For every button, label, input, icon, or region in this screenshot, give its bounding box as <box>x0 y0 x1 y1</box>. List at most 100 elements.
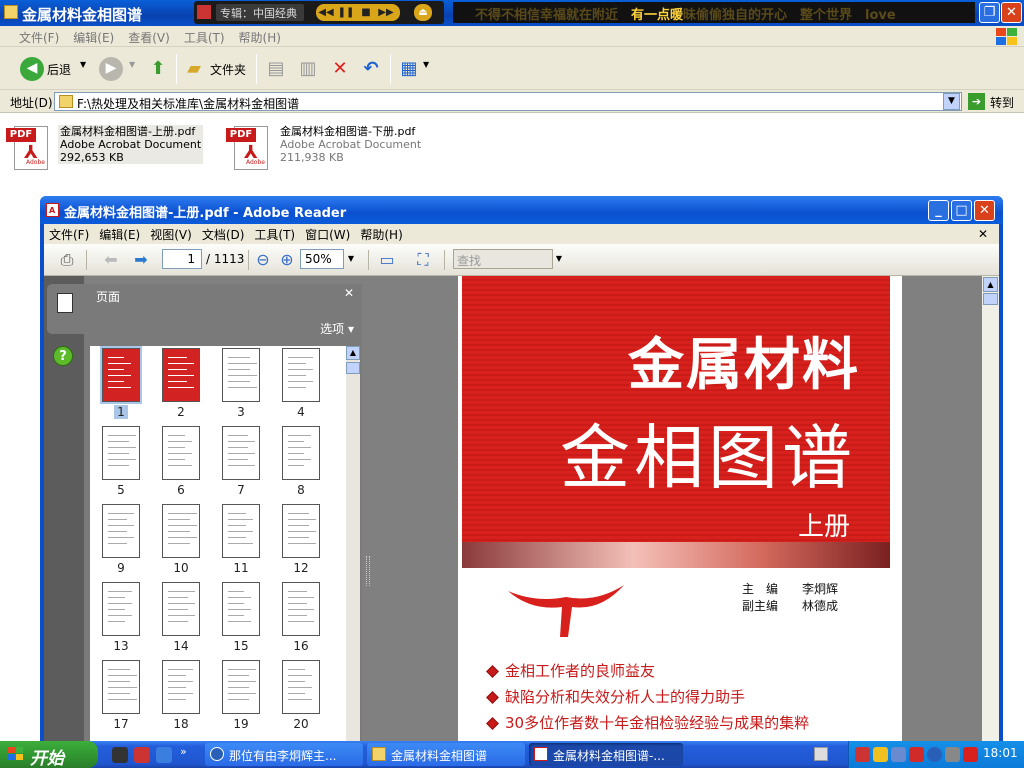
task-button[interactable]: 金属材料金相图谱 <box>367 743 525 766</box>
document-scrollbar[interactable]: ▲ <box>982 276 999 741</box>
panel-splitter[interactable] <box>366 556 370 586</box>
folders-icon[interactable]: ▰ <box>182 57 206 81</box>
previous-page-icon[interactable]: ⬅ <box>100 249 122 271</box>
task-button-active[interactable]: 金属材料金相图谱-... <box>529 743 683 766</box>
delete-icon[interactable]: ✕ <box>328 57 352 81</box>
media-app-icon[interactable] <box>197 5 211 19</box>
page-thumbnail[interactable] <box>100 346 142 404</box>
zoom-input[interactable]: 50% <box>300 249 344 269</box>
start-button[interactable]: 开始 <box>0 741 98 768</box>
views-dropdown-icon[interactable]: ▼ <box>423 60 429 69</box>
panel-close-icon[interactable]: ✕ <box>344 286 354 300</box>
fit-page-icon[interactable]: ▭ <box>376 249 398 271</box>
page-thumbnail[interactable] <box>162 504 200 558</box>
page-thumbnail[interactable] <box>222 660 260 714</box>
views-icon[interactable]: ▦ <box>397 57 421 81</box>
explorer-title-bar[interactable]: 金属材料金相图谱 专辑：中国经典 ◀◀ ❚❚ ■ ▶▶ ⏏ 不得不相信幸福就在附近 有… <box>0 0 1024 26</box>
reader-tray-icon[interactable] <box>963 747 978 762</box>
zoom-in-icon[interactable]: ⊕ <box>276 249 298 271</box>
menu-tools[interactable]: 工具(T) <box>177 26 232 49</box>
quicklaunch-ie-icon[interactable] <box>156 747 172 763</box>
keyboard-icon[interactable] <box>814 747 828 761</box>
maximize-button[interactable]: □ <box>951 200 972 221</box>
quicklaunch-more-icon[interactable]: » <box>180 745 187 758</box>
up-folder-icon[interactable]: ⬆ <box>146 57 170 81</box>
page-thumbnail[interactable] <box>282 582 320 636</box>
address-input[interactable]: F:\热处理及相关标准库\金属材料金相图谱 <box>54 92 962 111</box>
page-thumbnail[interactable] <box>282 348 320 402</box>
menu-view[interactable]: 查看(V) <box>121 26 177 49</box>
network-icon[interactable] <box>891 747 906 762</box>
help-icon[interactable]: ? <box>53 346 73 366</box>
page-thumbnail[interactable] <box>162 660 200 714</box>
menu-view[interactable]: 视图(V) <box>145 224 197 245</box>
scroll-up-icon[interactable]: ▲ <box>346 346 360 360</box>
close-button[interactable]: ✕ <box>974 200 995 221</box>
file-item[interactable]: PDF ⅄ Adobe 金属材料金相图谱-上册.pdf Adobe Acrobat … <box>6 124 206 172</box>
undo-icon[interactable]: ↶ <box>359 57 383 81</box>
forward-arrow-icon[interactable]: ▶ <box>99 57 123 81</box>
go-arrow-icon[interactable]: ➔ <box>968 93 985 110</box>
move-to-icon[interactable]: ▤ <box>264 57 288 81</box>
pause-icon[interactable]: ❚❚ <box>336 4 356 21</box>
menu-file[interactable]: 文件(F) <box>12 26 66 49</box>
media-controls[interactable]: ◀◀ ❚❚ ■ ▶▶ <box>316 4 400 21</box>
copy-to-icon[interactable]: ▥ <box>296 57 320 81</box>
go-button[interactable]: 转到 <box>990 94 1014 111</box>
page-thumbnail[interactable] <box>162 582 200 636</box>
forward-dropdown-icon[interactable]: ▼ <box>129 60 135 69</box>
find-input[interactable]: 查找 <box>453 249 553 269</box>
page-thumbnail[interactable] <box>162 426 200 480</box>
back-label[interactable]: 后退 <box>47 61 71 78</box>
previous-icon[interactable]: ◀◀ <box>316 4 336 21</box>
menu-tools[interactable]: 工具(T) <box>249 224 300 245</box>
quicklaunch-media-icon[interactable] <box>134 747 150 763</box>
media-tray-icon[interactable] <box>855 747 870 762</box>
menu-file[interactable]: 文件(F) <box>44 224 94 245</box>
menu-document[interactable]: 文档(D) <box>197 224 250 245</box>
menu-edit[interactable]: 编辑(E) <box>94 224 145 245</box>
fit-width-icon[interactable]: ⛶ <box>412 249 434 271</box>
options-menu[interactable]: 选项 ▾ <box>320 320 354 337</box>
shield-icon[interactable] <box>873 747 888 762</box>
page-thumbnail[interactable] <box>222 348 260 402</box>
zoom-dropdown-icon[interactable]: ▼ <box>344 249 358 269</box>
page-thumbnail[interactable] <box>222 504 260 558</box>
menu-help[interactable]: 帮助(H) <box>355 224 407 245</box>
back-arrow-icon[interactable]: ◀ <box>20 57 44 81</box>
page-thumbnail[interactable] <box>102 426 140 480</box>
scroll-thumb[interactable] <box>983 293 998 305</box>
file-item[interactable]: PDF ⅄ Adobe 金属材料金相图谱-下册.pdf Adobe Acrobat … <box>226 124 426 172</box>
page-thumbnail[interactable] <box>102 504 140 558</box>
media-player-widget[interactable]: 专辑：中国经典 ◀◀ ❚❚ ■ ▶▶ ⏏ <box>194 1 444 24</box>
volume-icon[interactable] <box>945 747 960 762</box>
page-thumbnail[interactable] <box>282 660 320 714</box>
print-icon[interactable]: ⎙ <box>56 249 78 271</box>
pages-tab[interactable] <box>47 284 84 334</box>
task-button[interactable]: 那位有由李炯辉主... <box>205 743 363 766</box>
maxthon-tray-icon[interactable] <box>927 747 942 762</box>
next-page-icon[interactable]: ➡ <box>130 249 152 271</box>
folders-label[interactable]: 文件夹 <box>210 61 246 78</box>
eject-icon[interactable]: ⏏ <box>414 4 432 21</box>
page-number-input[interactable]: 1 <box>162 249 202 269</box>
zoom-out-icon[interactable]: ⊖ <box>252 249 274 271</box>
next-icon[interactable]: ▶▶ <box>376 4 396 21</box>
find-dropdown-icon[interactable]: ▼ <box>553 249 565 269</box>
scroll-thumb[interactable] <box>346 362 360 374</box>
media-album-label[interactable]: 专辑：中国经典 <box>216 4 304 21</box>
page-thumbnail[interactable] <box>162 348 200 402</box>
page-thumbnail[interactable] <box>222 426 260 480</box>
page-thumbnail[interactable] <box>102 582 140 636</box>
page-thumbnail[interactable] <box>102 660 140 714</box>
menu-help[interactable]: 帮助(H) <box>232 26 288 49</box>
menu-window[interactable]: 窗口(W) <box>300 224 355 245</box>
thumbnail-scrollbar[interactable]: ▲ <box>346 346 360 741</box>
address-dropdown-icon[interactable]: ▼ <box>943 93 960 110</box>
close-document-icon[interactable]: ✕ <box>973 225 993 243</box>
restore-button[interactable]: ❐ <box>979 2 1000 23</box>
minimize-button[interactable]: _ <box>928 200 949 221</box>
page-thumbnail[interactable] <box>282 504 320 558</box>
page-thumbnail[interactable] <box>222 582 260 636</box>
quicklaunch-app-icon[interactable] <box>112 747 128 763</box>
